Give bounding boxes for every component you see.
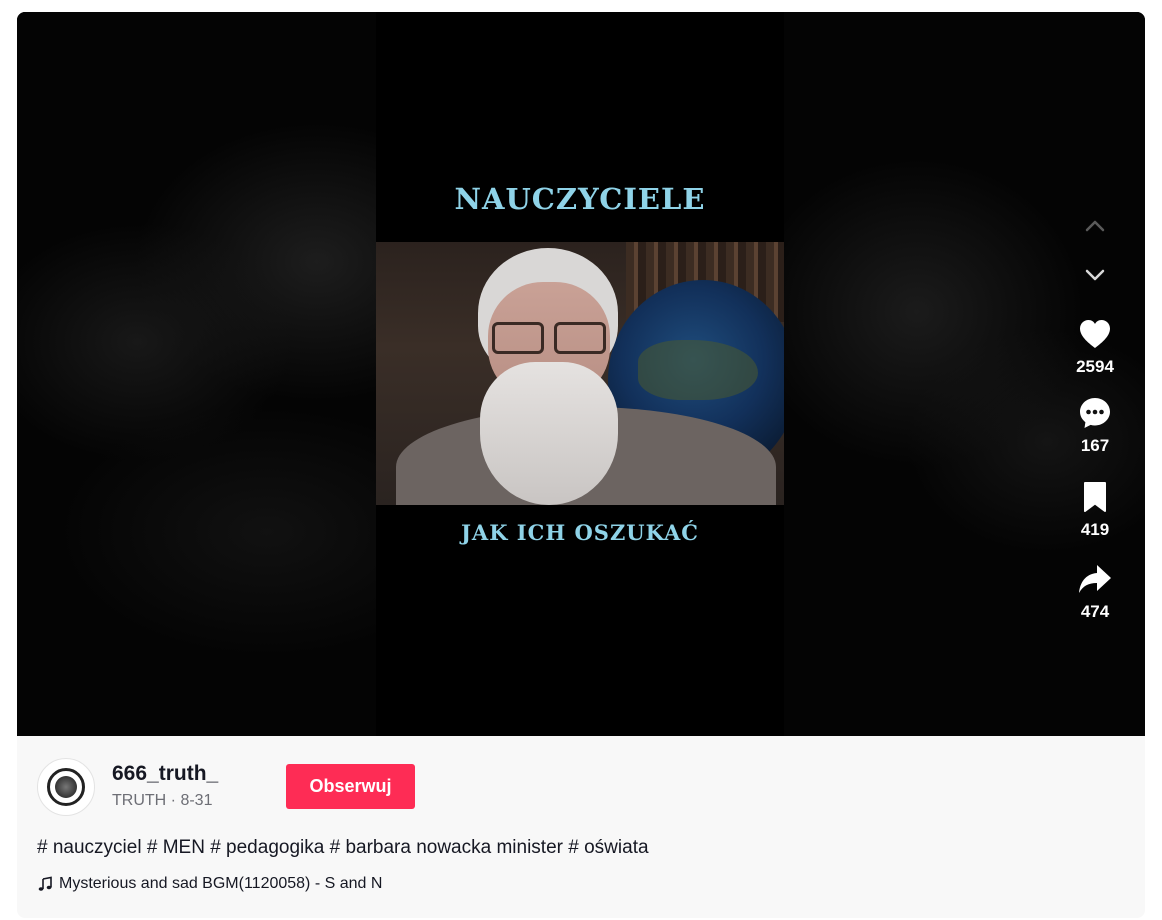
avatar-center	[55, 776, 77, 798]
video-card: NAUCZYCIELE JAK ICH OSZUKAĆ 2594 167 419…	[17, 12, 1145, 918]
bookmark-icon	[1084, 482, 1106, 512]
post-date: 8-31	[180, 792, 213, 809]
video-frame-image	[376, 242, 784, 505]
like-action: 2594	[1069, 314, 1121, 377]
video-info-panel: 666_truth_ TRUTH · 8-31 Obserwuj # naucz…	[17, 736, 1145, 918]
music-note-icon	[38, 876, 52, 891]
comment-icon	[1080, 398, 1110, 428]
save-count: 419	[1080, 520, 1110, 539]
save-action: 419	[1069, 477, 1121, 540]
hashtag-link[interactable]: # barbara nowacka minister	[330, 837, 563, 858]
next-video-button[interactable]	[1077, 257, 1113, 293]
share-count: 474	[1080, 602, 1110, 621]
author-nickname: TRUTH	[112, 792, 167, 809]
chevron-up-icon	[1085, 220, 1105, 232]
comment-action: 167	[1069, 393, 1121, 456]
hashtag-link[interactable]: # MEN	[147, 837, 205, 858]
video-content[interactable]: NAUCZYCIELE JAK ICH OSZUKAĆ	[376, 12, 784, 736]
person-glasses	[492, 322, 612, 354]
video-description: # nauczyciel # MEN # pedagogika # barbar…	[37, 837, 649, 859]
hashtag-link[interactable]: # pedagogika	[210, 837, 324, 858]
music-link[interactable]: Mysterious and sad BGM(1120058) - S and …	[37, 875, 382, 893]
video-overlay-title: NAUCZYCIELE	[454, 182, 706, 216]
heart-icon	[1080, 320, 1110, 348]
comment-button[interactable]	[1075, 393, 1115, 433]
share-arrow-icon	[1079, 565, 1111, 593]
hashtag-link[interactable]: # oświata	[568, 837, 648, 858]
subline-separator: ·	[166, 792, 181, 809]
video-overlay-subtitle: JAK ICH OSZUKAĆ	[461, 520, 699, 545]
video-player[interactable]: NAUCZYCIELE JAK ICH OSZUKAĆ 2594 167 419…	[17, 12, 1145, 736]
comment-count: 167	[1080, 436, 1110, 455]
hashtag-link[interactable]: # nauczyciel	[37, 837, 142, 858]
share-action: 474	[1069, 559, 1121, 622]
follow-button[interactable]: Obserwuj	[286, 764, 415, 809]
music-title: Mysterious and sad BGM(1120058) - S and …	[59, 875, 383, 892]
avatar[interactable]	[37, 758, 95, 816]
author-subline: TRUTH · 8-31	[112, 792, 212, 810]
save-button[interactable]	[1075, 477, 1115, 517]
like-count: 2594	[1076, 357, 1114, 376]
previous-video-button[interactable]	[1077, 208, 1113, 244]
person-beard	[480, 362, 618, 505]
share-button[interactable]	[1075, 559, 1115, 599]
like-button[interactable]	[1075, 314, 1115, 354]
author-username[interactable]: 666_truth_	[112, 762, 218, 786]
chevron-down-icon	[1085, 269, 1105, 281]
